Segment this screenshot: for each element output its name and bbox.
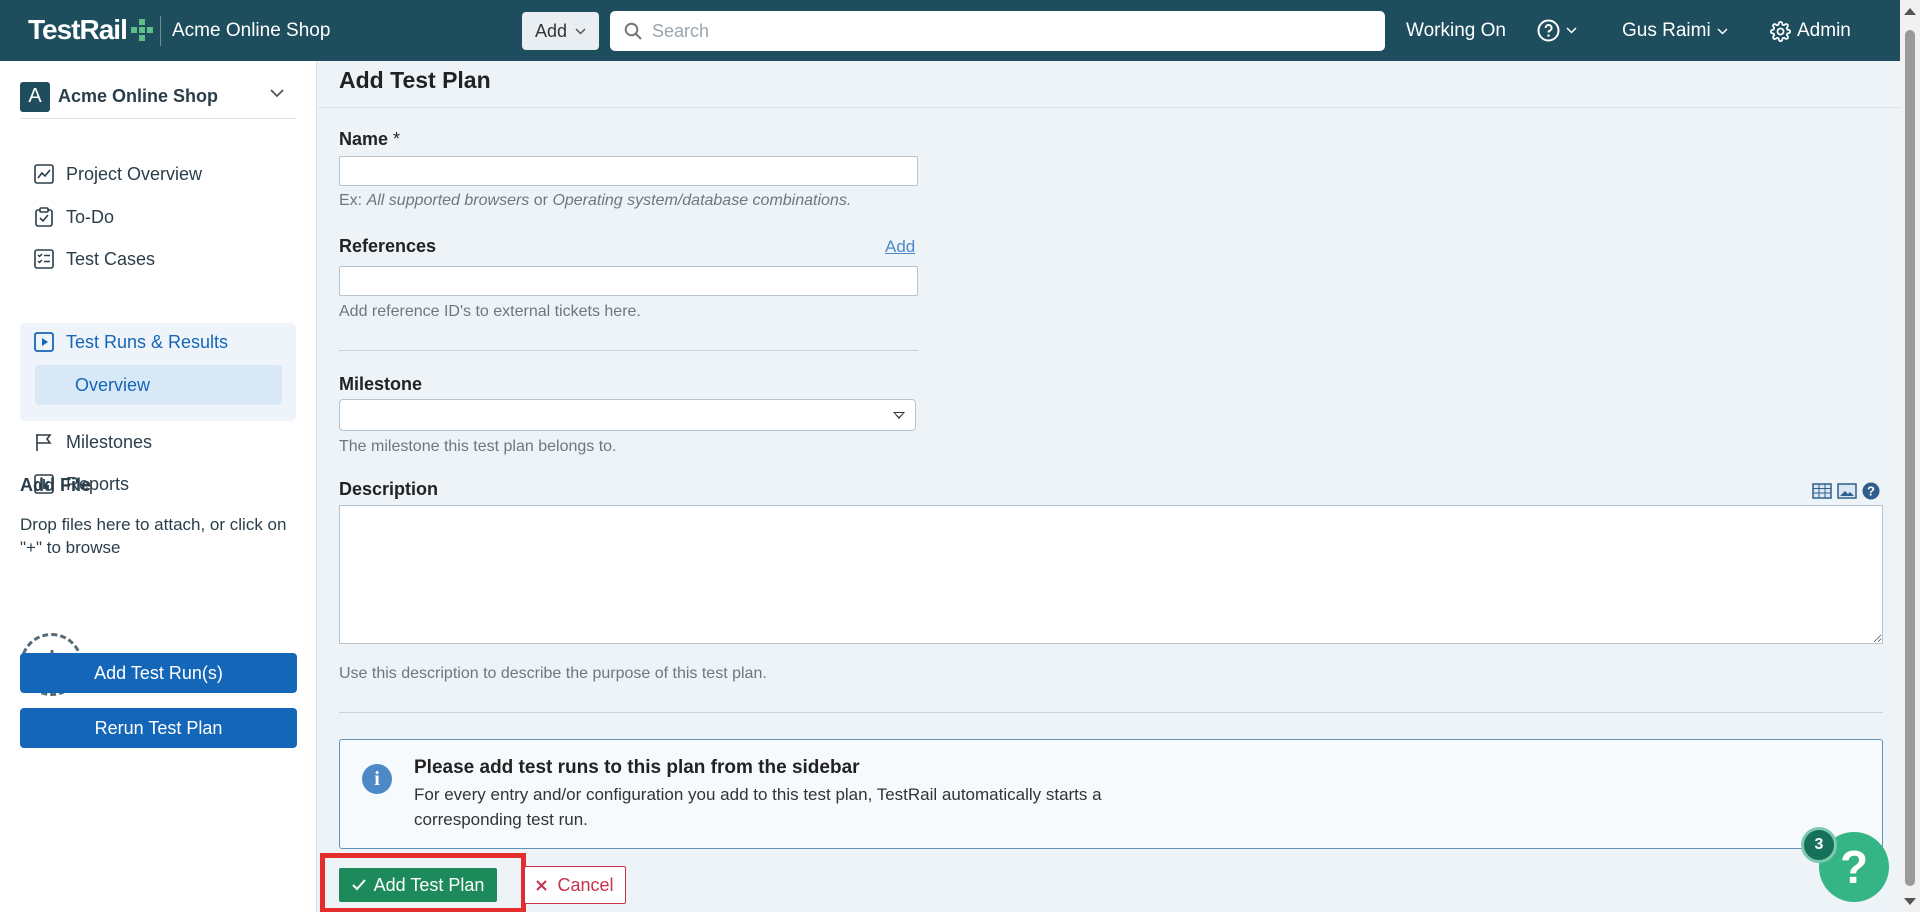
sidebar-item-label: Test Cases	[66, 248, 156, 269]
top-project-name[interactable]: Acme Online Shop	[172, 20, 330, 42]
user-name: Gus Raimi	[1622, 20, 1711, 41]
chevron-down-icon	[270, 89, 284, 98]
chart-icon	[34, 164, 54, 184]
main-content: Add Test Plan Name * Ex: All supported b…	[318, 61, 1900, 912]
description-textarea[interactable]	[339, 505, 1883, 644]
scroll-up-arrow-icon[interactable]	[1904, 8, 1916, 15]
sidebar-item-label: Milestones	[66, 431, 153, 452]
add-file-heading: Add File	[20, 475, 91, 495]
sidebar-item-test-runs[interactable]: Test Runs & Results	[20, 322, 296, 362]
description-toolbar: ?	[1812, 482, 1880, 500]
name-hint: Ex: All supported browsers or Operating …	[339, 192, 851, 210]
add-file-instructions: Drop files here to attach, or click on "…	[20, 515, 287, 557]
help-circle-icon[interactable]: ?	[1862, 482, 1880, 500]
working-on-label: Working On	[1406, 20, 1506, 41]
admin-label: Admin	[1797, 20, 1851, 41]
name-hint-prefix: Ex:	[339, 192, 367, 209]
sidebar: A Acme Online Shop Project Overview To-D…	[0, 61, 317, 912]
project-badge: A	[20, 81, 50, 112]
name-hint-or: or	[529, 192, 553, 209]
help-notification-badge: 3	[1801, 827, 1837, 863]
sidebar-item-label: To-Do	[66, 206, 115, 227]
chevron-down-icon	[1566, 27, 1577, 34]
top-bar: TestRail Acme Online Shop Add Working On…	[0, 0, 1920, 61]
name-label-text: Name	[339, 129, 389, 149]
search-input[interactable]	[652, 20, 1352, 42]
add-dropdown-label: Add	[534, 20, 568, 41]
milestone-label: Milestone	[339, 374, 423, 394]
title-divider	[318, 107, 1900, 108]
project-selector[interactable]: A Acme Online Shop	[20, 75, 296, 119]
admin-link[interactable]: Admin	[1770, 20, 1851, 42]
highlight-box	[320, 853, 526, 912]
sidebar-item-label: Project Overview	[66, 163, 203, 184]
cancel-label: Cancel	[557, 874, 614, 895]
description-hint: Use this description to describe the pur…	[339, 665, 767, 682]
clipboard-check-icon	[35, 207, 53, 227]
sidebar-item-milestones[interactable]: Milestones	[20, 422, 296, 462]
add-dropdown[interactable]: Add	[522, 12, 599, 50]
name-input[interactable]	[339, 156, 918, 186]
logo-mark-icon	[130, 19, 153, 41]
sidebar-subitem-overview[interactable]: Overview	[35, 365, 282, 405]
sidebar-subitem-label: Overview	[75, 374, 151, 395]
logo-divider	[160, 16, 161, 46]
checklist-icon	[34, 249, 54, 269]
required-marker: *	[393, 129, 401, 149]
info-title: Please add test runs to this plan from t…	[414, 757, 860, 778]
project-selector-label: Acme Online Shop	[58, 86, 219, 106]
sidebar-item-label: Test Runs & Results	[66, 331, 229, 352]
search-icon	[624, 22, 642, 40]
sidebar-item-test-cases[interactable]: Test Cases	[20, 239, 296, 279]
info-icon: i	[362, 764, 392, 794]
gear-icon	[1770, 20, 1791, 42]
user-menu[interactable]: Gus Raimi	[1622, 20, 1728, 42]
dropdown-triangle-icon	[893, 412, 905, 419]
sidebar-item-project-overview[interactable]: Project Overview	[20, 154, 296, 194]
name-label: Name *	[339, 129, 400, 150]
add-test-runs-button[interactable]: Add Test Run(s)	[20, 653, 297, 693]
question-circle-icon	[1537, 19, 1560, 42]
table-icon[interactable]	[1812, 482, 1832, 500]
rerun-test-plan-button[interactable]: Rerun Test Plan	[20, 708, 297, 748]
play-square-icon	[34, 332, 54, 352]
section-divider	[339, 350, 918, 351]
name-hint-example-a: All supported browsers	[366, 192, 530, 209]
references-label: References	[339, 236, 437, 256]
name-hint-example-b: Operating system/database combinations.	[552, 192, 852, 209]
flag-icon	[36, 434, 52, 451]
references-hint: Add reference ID's to external tickets h…	[339, 303, 641, 320]
image-icon[interactable]	[1837, 482, 1857, 500]
scroll-down-arrow-icon[interactable]	[1904, 898, 1916, 905]
close-icon	[536, 879, 548, 891]
svg-text:?: ?	[1867, 484, 1875, 499]
cancel-button[interactable]: Cancel	[524, 866, 626, 904]
working-on-link[interactable]: Working On	[1406, 20, 1506, 42]
testrail-logo[interactable]: TestRail	[28, 14, 153, 46]
search-box[interactable]	[610, 11, 1385, 51]
milestone-hint: The milestone this test plan belongs to.	[339, 438, 617, 455]
chevron-down-icon	[1717, 27, 1728, 35]
sidebar-item-todo[interactable]: To-Do	[20, 197, 296, 237]
milestone-select[interactable]	[339, 399, 916, 431]
info-message: i Please add test runs to this plan from…	[339, 739, 1883, 849]
chevron-down-icon	[575, 27, 586, 35]
scrollbar-thumb[interactable]	[1905, 30, 1915, 886]
references-input[interactable]	[339, 266, 918, 296]
help-menu[interactable]	[1537, 19, 1577, 42]
logo-text: TestRail	[28, 14, 128, 45]
description-label: Description	[339, 479, 439, 499]
page-title: Add Test Plan	[339, 67, 491, 93]
info-text: For every entry and/or configuration you…	[414, 785, 1102, 829]
references-add-link[interactable]: Add	[885, 237, 915, 257]
section-divider	[339, 712, 1883, 713]
